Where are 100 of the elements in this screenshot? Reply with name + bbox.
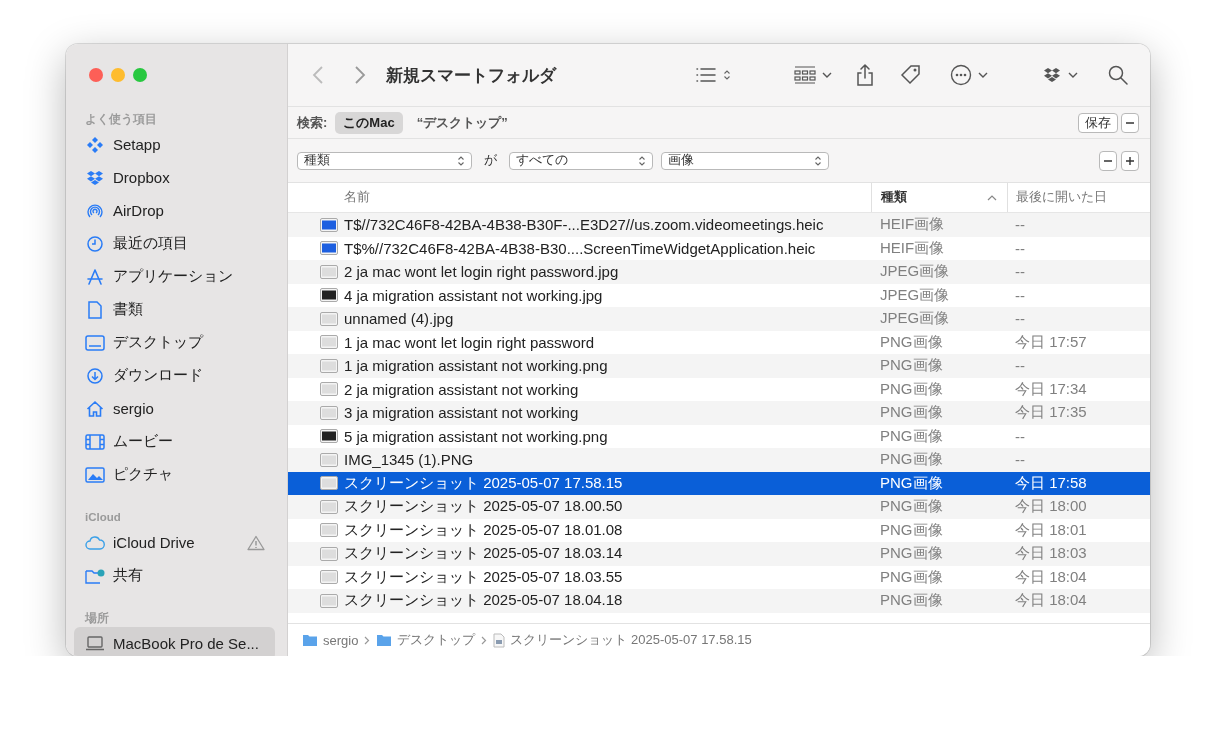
connector-label: が xyxy=(484,152,497,169)
last-opened-date: -- xyxy=(1015,263,1025,281)
file-kind: JPEG画像 xyxy=(880,309,950,329)
file-row[interactable]: 5 ja migration assistant not working.png PNG画像 -- xyxy=(288,424,1150,448)
column-header[interactable]: 種類 xyxy=(871,183,1007,212)
sidebar-item[interactable]: sergio xyxy=(74,392,275,425)
file-row[interactable]: 4 ja migration assistant not working.jpg JPEG画像 -- xyxy=(288,283,1150,307)
value-popup[interactable]: 画像 xyxy=(661,151,829,170)
open-box-icon xyxy=(86,169,104,186)
file-kind: PNG画像 xyxy=(880,426,943,446)
path-item[interactable]: スクリーンショット 2025-05-07 17.58.15 xyxy=(493,631,752,649)
home-icon xyxy=(86,399,104,418)
sidebar-item[interactable]: Setapp xyxy=(74,128,275,161)
sidebar-item[interactable]: 共有 xyxy=(74,559,275,592)
sort-ascending-icon xyxy=(987,194,997,201)
search-button[interactable] xyxy=(1108,65,1128,85)
display-icon xyxy=(85,334,105,351)
remove-criterion-button[interactable] xyxy=(1099,150,1117,171)
file-kind: PNG画像 xyxy=(880,497,943,517)
file-row[interactable]: T$//732C46F8-42BA-4B38-B30F-...E3D27//us.zoom.videomeetings.heic HEIF画像 -- xyxy=(288,213,1150,237)
file-row[interactable]: 2 ja migration assistant not working PNG画像 今日 17:34 xyxy=(288,377,1150,401)
sidebar-item[interactable]: AirDrop xyxy=(74,194,275,227)
add-criterion-button[interactable] xyxy=(1121,150,1139,171)
image-thumbnail-icon xyxy=(320,499,338,514)
cloud-icon xyxy=(85,535,105,550)
dropbox-button[interactable] xyxy=(1042,67,1078,83)
file-row[interactable]: 1 ja migration assistant not working.png PNG画像 -- xyxy=(288,354,1150,378)
file-name: スクリーンショット 2025-05-07 18.04.18 xyxy=(344,591,623,611)
last-opened-date: -- xyxy=(1015,239,1025,257)
operator-popup[interactable]: すべての xyxy=(509,151,653,170)
path-item[interactable]: デスクトップ xyxy=(376,631,476,649)
airdrop-icon xyxy=(86,201,104,220)
chevron-icon xyxy=(364,635,371,645)
search-scope[interactable]: “デスクトップ” xyxy=(408,111,516,134)
file-row[interactable]: T$%//732C46F8-42BA-4B38-B30....ScreenTimeWidgetApplication.heic HEIF画像 -- xyxy=(288,236,1150,260)
sidebar-item[interactable]: アプリケーション xyxy=(74,260,275,293)
file-row[interactable]: スクリーンショット 2025-05-07 18.04.18 PNG画像 今日 18:04 xyxy=(288,589,1150,613)
file-row[interactable]: スクリーンショット 2025-05-07 18.03.14 PNG画像 今日 18:03 xyxy=(288,542,1150,566)
file-row[interactable]: unnamed (4).jpg JPEG画像 -- xyxy=(288,307,1150,331)
file-kind: PNG画像 xyxy=(880,520,943,540)
more-button[interactable] xyxy=(950,64,988,86)
letter-a-icon xyxy=(86,267,104,286)
last-opened-date: -- xyxy=(1015,451,1025,469)
sidebar-item[interactable]: MacBook Pro de Se... xyxy=(74,627,275,656)
sidebar-item[interactable]: 書類 xyxy=(74,293,275,326)
group-button[interactable] xyxy=(794,66,832,84)
sidebar-item[interactable]: ピクチャ xyxy=(74,458,275,491)
file-row[interactable]: 1 ja mac wont let login right password PNG画像 今日 17:57 xyxy=(288,330,1150,354)
forward-button[interactable] xyxy=(354,65,366,85)
chevron-down-icon xyxy=(978,72,988,78)
share-button[interactable] xyxy=(856,64,874,86)
chevron-icon xyxy=(481,635,488,645)
chevron-down-icon xyxy=(822,72,832,78)
search-scope[interactable]: このMac xyxy=(335,111,403,134)
file-name: unnamed (4).jpg xyxy=(344,310,454,328)
last-opened-date: 今日 18:04 xyxy=(1015,567,1087,587)
image-thumbnail-icon xyxy=(320,452,338,467)
stepper-arrows-icon xyxy=(457,154,465,167)
attribute-popup[interactable]: 種類 xyxy=(297,151,472,170)
file-name: 1 ja mac wont let login right password xyxy=(344,333,595,351)
download-icon xyxy=(86,366,104,385)
stepper-arrows-icon xyxy=(638,154,646,167)
file-row[interactable]: スクリーンショット 2025-05-07 17.58.15 PNG画像 今日 17:58 xyxy=(288,471,1150,495)
file-row[interactable]: スクリーンショット 2025-05-07 18.03.55 PNG画像 今日 18:04 xyxy=(288,565,1150,589)
file-row[interactable]: IMG_1345 (1).PNG PNG画像 -- xyxy=(288,448,1150,472)
sidebar-item[interactable]: デスクトップ xyxy=(74,326,275,359)
file-row[interactable]: スクリーンショット 2025-05-07 18.00.50 PNG画像 今日 18:00 xyxy=(288,495,1150,519)
file-name: スクリーンショット 2025-05-07 18.03.14 xyxy=(344,544,623,564)
tag-button[interactable] xyxy=(900,64,922,86)
image-thumbnail-icon xyxy=(320,405,338,420)
column-header[interactable]: 最後に開いた日 xyxy=(1007,183,1150,212)
sidebar-item[interactable]: Dropbox xyxy=(74,161,275,194)
save-button[interactable]: 保存 xyxy=(1078,112,1118,133)
file-row[interactable]: 2 ja mac wont let login right password.jpg JPEG画像 -- xyxy=(288,260,1150,284)
remove-search-button[interactable] xyxy=(1121,112,1139,133)
file-name: T$%//732C46F8-42BA-4B38-B30....ScreenTimeWidgetApplication.heic xyxy=(344,239,816,257)
file-name: T$//732C46F8-42BA-4B38-B30F-...E3D27//us.zoom.videomeetings.heic xyxy=(344,216,824,234)
window-title: 新規スマートフォルダ xyxy=(386,64,556,87)
sidebar-item[interactable]: ムービー xyxy=(74,425,275,458)
image-thumbnail-icon xyxy=(320,264,338,279)
column-header[interactable]: 名前 xyxy=(288,183,871,212)
laptop-icon xyxy=(85,636,105,651)
diamond-cluster-icon xyxy=(86,135,104,154)
sidebar-item[interactable]: 最近の項目 xyxy=(74,227,275,260)
stepper-arrows-icon xyxy=(814,154,822,167)
file-name: 4 ja migration assistant not working.jpg xyxy=(344,286,603,304)
list-view-button[interactable] xyxy=(695,67,731,83)
file-kind: JPEG画像 xyxy=(880,285,950,305)
image-thumbnail-icon xyxy=(320,429,338,444)
image-thumbnail-icon xyxy=(320,476,338,491)
file-row[interactable]: スクリーンショット 2025-05-07 18.01.08 PNG画像 今日 18:01 xyxy=(288,518,1150,542)
sidebar-item[interactable]: ダウンロード xyxy=(74,359,275,392)
file-row[interactable]: 3 ja migration assistant not working PNG画像 今日 17:35 xyxy=(288,401,1150,425)
stepper-arrows-icon xyxy=(723,69,731,81)
file-name: スクリーンショット 2025-05-07 18.01.08 xyxy=(344,520,623,540)
last-opened-date: 今日 17:34 xyxy=(1015,379,1087,399)
chevron-down-icon xyxy=(1068,72,1078,78)
sidebar-item[interactable]: iCloud Drive xyxy=(74,526,275,559)
path-item[interactable]: sergio xyxy=(302,632,359,648)
sidebar-section-heading: 場所 xyxy=(83,611,110,626)
